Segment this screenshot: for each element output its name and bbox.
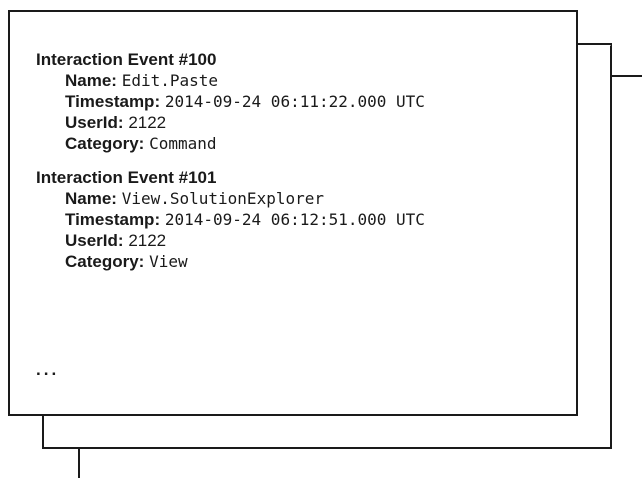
field-label: UserId:	[65, 231, 124, 250]
field-value: 2014-09-24 06:12:51.000 UTC	[164, 210, 425, 229]
field-label: Category:	[65, 252, 145, 271]
event-field-timestamp: Timestamp: 2014-09-24 06:12:51.000 UTC	[36, 209, 566, 230]
field-value: 2122	[128, 113, 167, 132]
event-title: Interaction Event #101	[36, 168, 217, 187]
continuation-ellipsis: ...	[36, 360, 60, 379]
event-title: Interaction Event #100	[36, 50, 217, 69]
event-record: Interaction Event #100 Name: Edit.Paste …	[36, 49, 566, 154]
field-label: Timestamp:	[65, 210, 161, 229]
field-label: Category:	[65, 134, 145, 153]
event-field-name: Name: View.SolutionExplorer	[36, 188, 566, 209]
field-value: View.SolutionExplorer	[121, 189, 324, 208]
field-value: Command	[149, 134, 217, 153]
back-page-edge	[576, 43, 612, 45]
stacked-page-edge	[78, 448, 80, 478]
field-value: 2014-09-24 06:11:22.000 UTC	[164, 92, 425, 111]
field-label: Timestamp:	[65, 92, 161, 111]
event-field-category: Category: Command	[36, 133, 566, 154]
field-label: UserId:	[65, 113, 124, 132]
field-label: Name:	[65, 71, 117, 90]
field-label: Name:	[65, 189, 117, 208]
event-field-userid: UserId: 2122	[36, 230, 566, 251]
event-field-timestamp: Timestamp: 2014-09-24 06:11:22.000 UTC	[36, 91, 566, 112]
event-field-name: Name: Edit.Paste	[36, 70, 566, 91]
field-value: Edit.Paste	[121, 71, 219, 90]
event-field-category: Category: View	[36, 251, 566, 272]
field-value: View	[149, 252, 188, 271]
event-log-page: Interaction Event #100 Name: Edit.Paste …	[8, 10, 578, 416]
event-list: Interaction Event #100 Name: Edit.Paste …	[36, 49, 566, 285]
stacked-page-edge	[612, 75, 642, 77]
field-value: 2122	[128, 231, 167, 250]
back-page-edge	[42, 414, 44, 449]
event-record: Interaction Event #101 Name: View.Soluti…	[36, 167, 566, 272]
event-field-userid: UserId: 2122	[36, 112, 566, 133]
